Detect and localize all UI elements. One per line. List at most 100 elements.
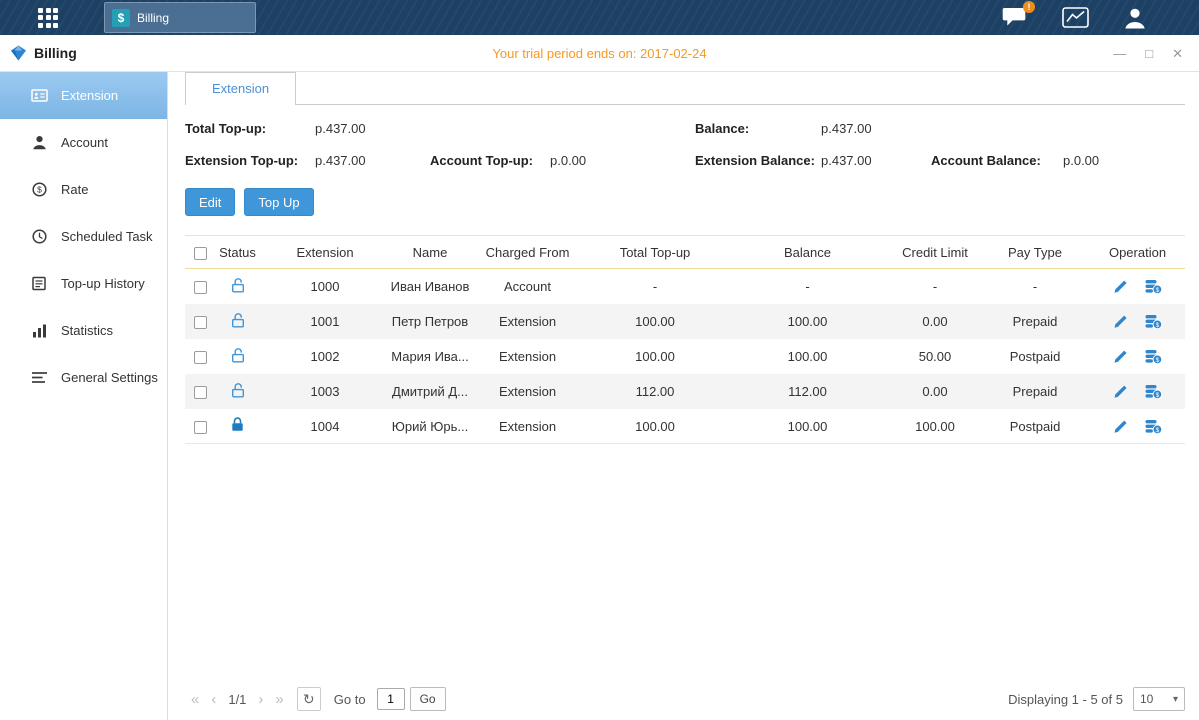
sidebar-item-extension[interactable]: Extension bbox=[0, 72, 167, 119]
top-up-coins-icon[interactable]: $ bbox=[1145, 279, 1162, 294]
extension-cell: 1002 bbox=[260, 349, 390, 364]
name-cell: Дмитрий Д... bbox=[390, 384, 470, 399]
extension-cell: 1000 bbox=[260, 279, 390, 294]
name-cell: Иван Иванов bbox=[390, 279, 470, 294]
balance-label: Balance: bbox=[695, 121, 821, 136]
balance-cell: 112.00 bbox=[725, 384, 890, 399]
statistics-chart-icon[interactable] bbox=[1062, 7, 1089, 28]
top-up-coins-icon[interactable]: $ bbox=[1145, 314, 1162, 329]
notifications-icon[interactable]: ! bbox=[1002, 7, 1028, 28]
extensions-table: Status Extension Name Charged From Total… bbox=[185, 235, 1185, 444]
name-cell: Юрий Юрь... bbox=[390, 419, 470, 434]
extension-cell: 1003 bbox=[260, 384, 390, 399]
go-button[interactable]: Go bbox=[410, 687, 446, 711]
select-all-checkbox[interactable] bbox=[194, 247, 207, 260]
row-checkbox[interactable] bbox=[194, 316, 207, 329]
window-title-bar: Your trial period ends on: 2017-02-24 Bi… bbox=[0, 35, 1199, 72]
row-checkbox[interactable] bbox=[194, 386, 207, 399]
status-unlocked-icon bbox=[231, 316, 245, 331]
last-page-icon[interactable]: » bbox=[269, 691, 289, 708]
balance-cell: 100.00 bbox=[725, 349, 890, 364]
total-topup-cell: 112.00 bbox=[585, 384, 725, 399]
sidebar-item-general-settings[interactable]: General Settings bbox=[0, 354, 167, 401]
account-balance-value: p.0.00 bbox=[1063, 153, 1185, 168]
sidebar-item-label: Scheduled Task bbox=[61, 229, 153, 244]
sidebar-item-topup-history[interactable]: Top-up History bbox=[0, 260, 167, 307]
table-row: 1002 Мария Ива... Extension 100.00 100.0… bbox=[185, 339, 1185, 374]
row-checkbox[interactable] bbox=[194, 281, 207, 294]
bar-chart-icon bbox=[30, 324, 48, 338]
account-person-icon bbox=[30, 135, 48, 150]
top-up-coins-icon[interactable]: $ bbox=[1145, 349, 1162, 364]
top-up-coins-icon[interactable]: $ bbox=[1145, 384, 1162, 399]
name-cell: Мария Ива... bbox=[390, 349, 470, 364]
edit-pencil-icon[interactable] bbox=[1113, 349, 1128, 364]
edit-button[interactable]: Edit bbox=[185, 188, 235, 216]
page-size-select[interactable]: 10 ▾ bbox=[1133, 687, 1185, 711]
billing-app-tab[interactable]: $ Billing bbox=[104, 2, 256, 33]
total-topup-value: p.437.00 bbox=[315, 121, 430, 136]
minimize-button[interactable]: — bbox=[1113, 47, 1126, 60]
charged-from-cell: Extension bbox=[470, 419, 585, 434]
status-unlocked-icon bbox=[231, 386, 245, 401]
charged-from-cell: Extension bbox=[470, 349, 585, 364]
goto-label: Go to bbox=[334, 692, 366, 707]
table-row: 1000 Иван Иванов Account - - - - $ bbox=[185, 269, 1185, 304]
total-topup-cell: 100.00 bbox=[585, 349, 725, 364]
spacer bbox=[931, 121, 1063, 136]
balance-cell: 100.00 bbox=[725, 419, 890, 434]
sidebar-item-account[interactable]: Account bbox=[0, 119, 167, 166]
sidebar-item-label: Rate bbox=[61, 182, 88, 197]
goto-page-input[interactable] bbox=[377, 688, 405, 710]
header-extension: Extension bbox=[260, 245, 390, 260]
total-topup-cell: - bbox=[585, 279, 725, 294]
charged-from-cell: Account bbox=[470, 279, 585, 294]
close-button[interactable]: ✕ bbox=[1172, 47, 1183, 60]
next-page-icon[interactable]: › bbox=[252, 691, 269, 708]
user-account-icon[interactable] bbox=[1123, 7, 1147, 29]
extension-topup-label: Extension Top-up: bbox=[185, 153, 315, 168]
header-pay-type: Pay Type bbox=[980, 245, 1090, 260]
sidebar-item-scheduled-task[interactable]: Scheduled Task bbox=[0, 213, 167, 260]
pay-type-cell: Postpaid bbox=[980, 349, 1090, 364]
chevron-down-icon: ▾ bbox=[1173, 694, 1178, 705]
extension-cell: 1001 bbox=[260, 314, 390, 329]
credit-limit-cell: 50.00 bbox=[890, 349, 980, 364]
pay-type-cell: Prepaid bbox=[980, 384, 1090, 399]
table-row: 1003 Дмитрий Д... Extension 112.00 112.0… bbox=[185, 374, 1185, 409]
refresh-icon[interactable]: ↻ bbox=[297, 687, 321, 711]
main-content: Extension Total Top-up: p.437.00 Balance… bbox=[168, 72, 1199, 720]
header-credit-limit: Credit Limit bbox=[890, 245, 980, 260]
first-page-icon[interactable]: « bbox=[185, 691, 205, 708]
table-body: 1000 Иван Иванов Account - - - - $ bbox=[185, 269, 1185, 444]
tab-extension[interactable]: Extension bbox=[185, 72, 296, 105]
edit-pencil-icon[interactable] bbox=[1113, 419, 1128, 434]
dollar-icon: $ bbox=[112, 9, 130, 27]
edit-pencil-icon[interactable] bbox=[1113, 384, 1128, 399]
top-up-button[interactable]: Top Up bbox=[244, 188, 313, 216]
edit-pencil-icon[interactable] bbox=[1113, 314, 1128, 329]
header-charged-from: Charged From bbox=[470, 245, 585, 260]
sidebar: Extension Account $ Rate Scheduled Task … bbox=[0, 72, 168, 720]
billing-tab-label: Billing bbox=[137, 11, 169, 25]
page-indicator: 1/1 bbox=[228, 692, 246, 707]
maximize-button[interactable]: □ bbox=[1145, 47, 1153, 60]
extension-balance-value: p.437.00 bbox=[821, 153, 931, 168]
svg-text:$: $ bbox=[1156, 427, 1160, 434]
history-ledger-icon bbox=[30, 276, 48, 291]
sidebar-item-label: Statistics bbox=[61, 323, 113, 338]
credit-limit-cell: 0.00 bbox=[890, 314, 980, 329]
app-launcher-grid-icon[interactable] bbox=[38, 8, 58, 28]
prev-page-icon[interactable]: ‹ bbox=[205, 691, 222, 708]
top-up-coins-icon[interactable]: $ bbox=[1145, 419, 1162, 434]
sidebar-item-label: Top-up History bbox=[61, 276, 145, 291]
sidebar-item-rate[interactable]: $ Rate bbox=[0, 166, 167, 213]
row-checkbox[interactable] bbox=[194, 351, 207, 364]
edit-pencil-icon[interactable] bbox=[1113, 279, 1128, 294]
total-topup-cell: 100.00 bbox=[585, 314, 725, 329]
header-balance: Balance bbox=[725, 245, 890, 260]
displaying-text: Displaying 1 - 5 of 5 bbox=[1008, 692, 1123, 707]
table-header-row: Status Extension Name Charged From Total… bbox=[185, 236, 1185, 269]
sidebar-item-statistics[interactable]: Statistics bbox=[0, 307, 167, 354]
row-checkbox[interactable] bbox=[194, 421, 207, 434]
